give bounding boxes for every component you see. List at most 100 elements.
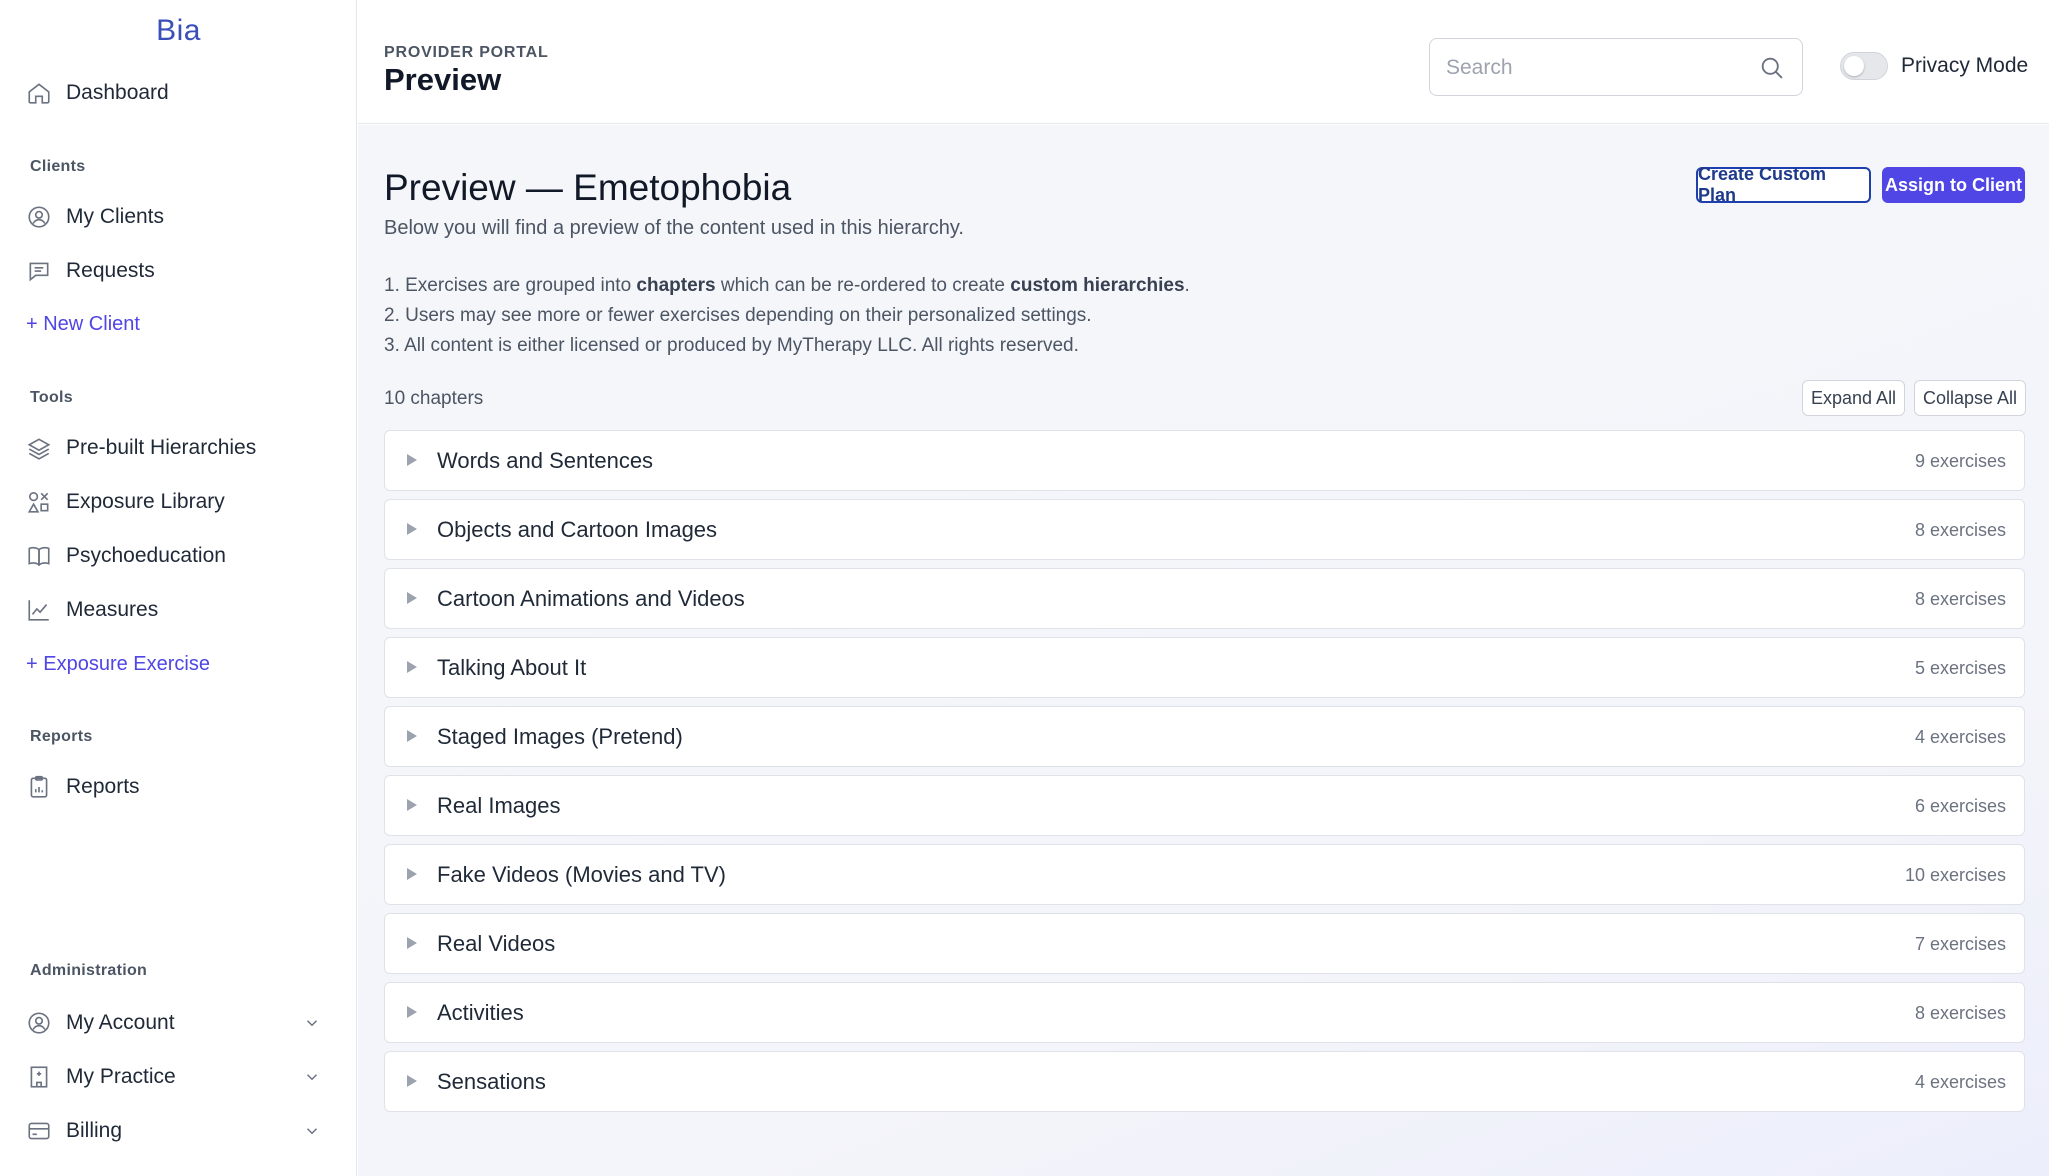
- note-1: 1. Exercises are grouped into chapters w…: [384, 275, 1190, 296]
- expand-triangle-icon[interactable]: [406, 798, 418, 812]
- create-custom-plan-button[interactable]: Create Custom Plan: [1696, 164, 1871, 205]
- chapter-name: Activities: [437, 1000, 524, 1025]
- nav-my-clients[interactable]: My Clients: [26, 195, 164, 239]
- nav-billing[interactable]: Billing: [26, 1109, 341, 1153]
- expand-triangle-icon[interactable]: [406, 522, 418, 536]
- chevron-down-icon[interactable]: [303, 1014, 321, 1032]
- new-client-link[interactable]: + New Client: [26, 313, 140, 336]
- chat-icon: [26, 258, 52, 284]
- chapter-exercise-count: 8 exercises: [1914, 520, 2006, 540]
- chevron-down-icon[interactable]: [303, 1068, 321, 1086]
- search-input[interactable]: [1446, 53, 1746, 83]
- collapse-all-button[interactable]: Collapse All: [1914, 380, 2027, 416]
- chapter-row[interactable]: Real Videos 7 exercises: [384, 913, 2025, 974]
- notes-list: 1. Exercises are grouped into chapters w…: [384, 271, 1190, 361]
- home-icon: [26, 80, 52, 106]
- shapes-icon: [26, 489, 52, 515]
- expand-all-button[interactable]: Expand All: [1802, 380, 1906, 416]
- nav-reports[interactable]: Reports: [26, 765, 140, 809]
- nav-dashboard-label: Dashboard: [66, 81, 169, 104]
- chapter-exercise-count: 6 exercises: [1914, 796, 2006, 816]
- chapter-name: Real Videos: [437, 931, 556, 956]
- nav-exposure-library[interactable]: Exposure Library: [26, 480, 225, 524]
- nav-reports-label: Reports: [66, 775, 140, 798]
- brand-logo[interactable]: Bia: [0, 14, 357, 48]
- chapter-name: Fake Videos (Movies and TV): [437, 862, 726, 887]
- chapter-name: Objects and Cartoon Images: [437, 517, 718, 542]
- expand-triangle-icon[interactable]: [406, 591, 418, 605]
- chapter-exercise-count: 8 exercises: [1914, 1003, 2006, 1023]
- expand-triangle-icon[interactable]: [406, 453, 418, 467]
- toggle-knob: [1844, 56, 1864, 76]
- sidebar: Bia Dashboard Clients My Clients Request…: [0, 0, 357, 1176]
- new-exposure-exercise-link[interactable]: + Exposure Exercise: [26, 653, 210, 676]
- chapter-exercise-count: 4 exercises: [1914, 727, 2006, 747]
- expand-triangle-icon[interactable]: [406, 936, 418, 950]
- nav-billing-label: Billing: [66, 1119, 123, 1142]
- chapter-row[interactable]: Cartoon Animations and Videos 8 exercises: [384, 568, 2025, 629]
- chapter-row[interactable]: Activities 8 exercises: [384, 982, 2025, 1043]
- expand-triangle-icon[interactable]: [406, 1074, 418, 1088]
- book-icon: [26, 543, 52, 569]
- credit-card-icon: [26, 1118, 52, 1144]
- nav-my-practice[interactable]: My Practice: [26, 1055, 341, 1099]
- chart-line-icon: [26, 597, 52, 623]
- expand-triangle-icon[interactable]: [406, 867, 418, 881]
- search-box[interactable]: [1429, 38, 1803, 96]
- chapter-exercise-count: 8 exercises: [1914, 589, 2006, 609]
- privacy-mode-toggle[interactable]: [1840, 52, 1888, 80]
- nav-my-account[interactable]: My Account: [26, 1001, 341, 1045]
- nav-measures-label: Measures: [66, 598, 159, 621]
- chapter-row[interactable]: Objects and Cartoon Images 8 exercises: [384, 499, 2025, 560]
- expand-triangle-icon[interactable]: [406, 660, 418, 674]
- nav-requests[interactable]: Requests: [26, 249, 155, 293]
- chapter-exercise-count: 10 exercises: [1904, 865, 2006, 885]
- chapter-exercise-count: 9 exercises: [1914, 451, 2006, 471]
- chapter-row[interactable]: Staged Images (Pretend) 4 exercises: [384, 706, 2025, 767]
- chapter-row[interactable]: Real Images 6 exercises: [384, 775, 2025, 836]
- nav-my-practice-label: My Practice: [66, 1065, 176, 1088]
- assign-to-client-button[interactable]: Assign to Client: [1882, 167, 2025, 203]
- expand-triangle-icon[interactable]: [406, 1005, 418, 1019]
- hierarchy-heading: Preview — Emetophobia: [384, 167, 792, 208]
- chapter-row[interactable]: Words and Sentences 9 exercises: [384, 430, 2025, 491]
- chapter-count: 10 chapters: [384, 388, 484, 409]
- page-title: Preview: [384, 62, 502, 97]
- nav-my-clients-label: My Clients: [66, 205, 165, 228]
- search-icon[interactable]: [1758, 54, 1786, 82]
- nav-prebuilt-hierarchies[interactable]: Pre-built Hierarchies: [26, 426, 256, 470]
- chapter-row[interactable]: Talking About It 5 exercises: [384, 637, 2025, 698]
- nav-measures[interactable]: Measures: [26, 588, 158, 632]
- chapter-row[interactable]: Fake Videos (Movies and TV) 10 exercises: [384, 844, 2025, 905]
- chapter-exercise-count: 5 exercises: [1914, 658, 2006, 678]
- chapter-name: Staged Images (Pretend): [437, 724, 683, 749]
- layers-icon: [26, 435, 52, 461]
- privacy-mode-label: Privacy Mode: [1901, 54, 2029, 77]
- note-2: 2. Users may see more or fewer exercises…: [384, 305, 1092, 326]
- clipboard-icon: [26, 774, 52, 800]
- chapter-exercise-count: 7 exercises: [1914, 934, 2006, 954]
- section-clients: Clients: [30, 158, 86, 175]
- section-administration: Administration: [30, 962, 148, 979]
- account-icon: [26, 1010, 52, 1036]
- chapter-list: Words and Sentences 9 exercises Objects an…: [384, 430, 2025, 1120]
- nav-psychoeducation[interactable]: Psychoeducation: [26, 534, 226, 578]
- chapter-name: Talking About It: [437, 655, 587, 680]
- section-tools: Tools: [30, 389, 73, 406]
- top-header: PROVIDER PORTAL Preview Privacy Mode: [358, 0, 2049, 124]
- main-content: Preview — Emetophobia Below you will fin…: [358, 125, 2049, 1176]
- user-circle-icon: [26, 204, 52, 230]
- chapter-row[interactable]: Sensations 4 exercises: [384, 1051, 2025, 1112]
- nav-requests-label: Requests: [66, 259, 155, 282]
- nav-dashboard[interactable]: Dashboard: [26, 71, 169, 115]
- chapter-name: Sensations: [437, 1069, 546, 1094]
- nav-exposure-library-label: Exposure Library: [66, 490, 225, 513]
- building-icon: [26, 1064, 52, 1090]
- chevron-down-icon[interactable]: [303, 1122, 321, 1140]
- hierarchy-subtitle: Below you will find a preview of the con…: [384, 217, 964, 239]
- chapter-name: Words and Sentences: [437, 448, 654, 473]
- portal-label: PROVIDER PORTAL: [384, 44, 549, 61]
- section-reports: Reports: [30, 728, 93, 745]
- nav-my-account-label: My Account: [66, 1011, 175, 1034]
- expand-triangle-icon[interactable]: [406, 729, 418, 743]
